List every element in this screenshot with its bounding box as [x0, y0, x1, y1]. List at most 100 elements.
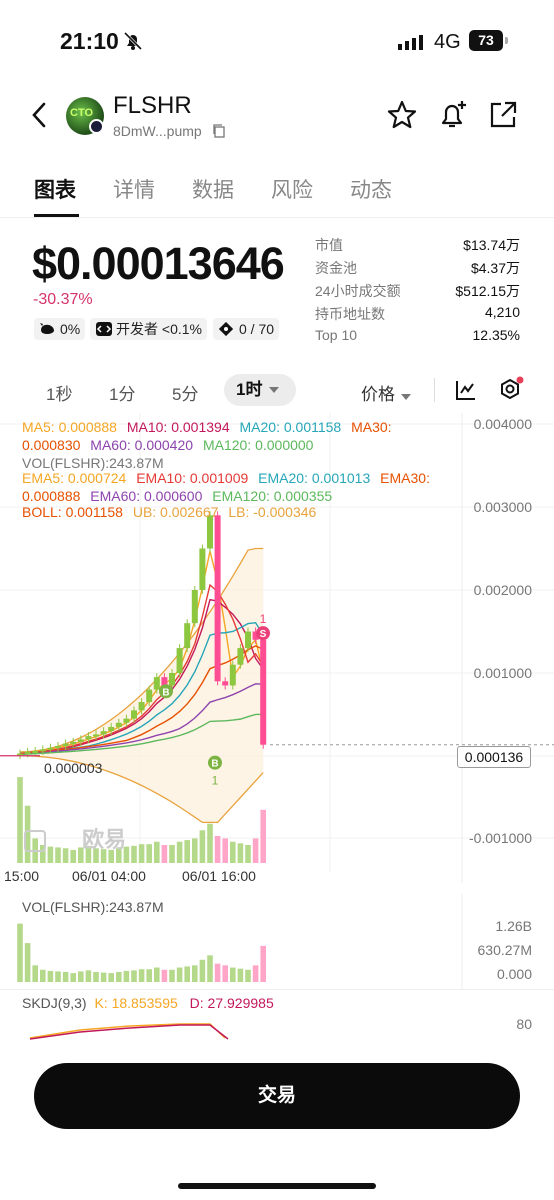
candle: [77, 739, 84, 742]
volume-bar: [184, 966, 190, 982]
volume-bar: [78, 971, 84, 982]
volume-bar: [169, 845, 175, 863]
volume-bar: [207, 823, 213, 863]
candle: [237, 648, 244, 665]
stat-value: $512.15万: [455, 283, 520, 299]
interval-1h[interactable]: 1时: [224, 374, 296, 406]
ma-line-1: MA5: 0.000888 MA10: 0.001394 MA20: 0.001…: [22, 418, 392, 436]
volume-bar: [222, 838, 228, 863]
candle: [47, 747, 54, 750]
contract-address: 8DmW...pump: [113, 123, 202, 139]
volume-bar: [230, 841, 236, 863]
candle: [169, 673, 175, 686]
tab-indicator: [34, 214, 79, 217]
kdj-chart: [29, 1023, 229, 1040]
signal-icon: [398, 35, 423, 50]
volume-bar: [70, 973, 76, 982]
ma-line-2: 0.000830 MA60: 0.000420 MA120: 0.000000: [22, 436, 313, 454]
volume-bar: [169, 969, 175, 982]
price-change: -30.37%: [33, 291, 93, 308]
y-label: 0.004000: [473, 416, 532, 432]
interval-1m[interactable]: 1分: [109, 380, 135, 405]
tab-chart[interactable]: 图表: [34, 174, 76, 204]
volume-bar: [245, 845, 251, 863]
marker-count: 1: [212, 774, 219, 788]
holders-chip[interactable]: 0%: [34, 318, 86, 340]
star-icon[interactable]: [386, 99, 418, 131]
kdj-d: D: 27.929985: [189, 995, 274, 1011]
okx-logo-icon: [24, 830, 46, 853]
volume-bar: [47, 970, 54, 982]
interval-1s[interactable]: 1秒: [46, 380, 72, 405]
chain-badge-icon: [89, 119, 104, 134]
volume-bar: [260, 809, 266, 863]
code-icon: [96, 322, 112, 336]
kdj-line: SKDJ(9,3) K: 18.853595 D: 27.929985: [22, 994, 274, 1012]
stat-label: Top 10: [315, 327, 358, 343]
volume-bar: [199, 830, 206, 863]
back-icon[interactable]: [28, 100, 52, 130]
interval-1h-label: 1时: [236, 380, 263, 399]
interval-5m[interactable]: 5分: [172, 380, 198, 405]
trade-button[interactable]: 交易: [34, 1063, 520, 1129]
volume-bar: [245, 969, 251, 982]
price-select[interactable]: 价格: [361, 380, 411, 405]
volume-bar: [108, 973, 114, 982]
tab-activity[interactable]: 动态: [350, 174, 392, 204]
volume-bar: [192, 838, 198, 863]
home-indicator: [178, 1183, 376, 1189]
volume-bar: [252, 838, 259, 863]
candle: [184, 623, 191, 649]
ma60-value: MA60: 0.000420: [90, 437, 194, 453]
ema-line-1: EMA5: 0.000724 EMA10: 0.001009 EMA20: 0.…: [22, 469, 430, 487]
candle: [153, 677, 160, 690]
status-bar: 21:10 4G 73: [0, 0, 554, 80]
candle: [222, 681, 229, 686]
dev-chip[interactable]: 开发者 <0.1%: [90, 318, 207, 340]
y-label: 0.003000: [473, 499, 532, 515]
copy-icon[interactable]: [212, 124, 226, 138]
avatar-text: CTO: [70, 107, 94, 119]
stat-label: 24小时成交额: [315, 283, 401, 299]
stat-value: $13.74万: [463, 237, 520, 253]
tab-details[interactable]: 详情: [113, 174, 155, 204]
buy-marker-label: B: [162, 687, 169, 698]
sniper-chip[interactable]: 0 / 70: [213, 318, 280, 340]
kdj-title: SKDJ(9,3): [22, 995, 87, 1011]
volume-bar: [146, 969, 152, 982]
ema30-label: EMA30:: [380, 470, 430, 486]
boll-line: BOLL: 0.001158 UB: 0.002667 LB: -0.00034…: [22, 503, 316, 521]
volume-bar: [17, 923, 23, 982]
lb-value: LB: -0.000346: [228, 504, 317, 520]
mute-bell-icon: [123, 31, 143, 51]
volume-bar: [207, 955, 213, 982]
candle: [39, 749, 46, 752]
candle: [70, 741, 77, 744]
watermark-text: 欧易: [82, 827, 127, 852]
ema5-value: EMA5: 0.000724: [22, 470, 127, 486]
volume-bar: [62, 972, 69, 982]
indicator-icon[interactable]: [454, 378, 478, 402]
marker-count: 1: [260, 612, 267, 626]
volume-bar: [131, 845, 137, 863]
vol-y-label: 630.27M: [477, 942, 532, 958]
volume-bar: [32, 965, 38, 982]
low-marker: 0.000003: [44, 760, 103, 776]
sniper-count: 0 / 70: [239, 321, 275, 337]
ema20-value: EMA20: 0.001013: [258, 470, 371, 486]
settings-icon[interactable]: [496, 376, 524, 404]
share-icon[interactable]: [487, 99, 519, 131]
candle: [191, 590, 198, 624]
ema120-value: EMA120: 0.000355: [212, 488, 333, 504]
stat-label: 市值: [315, 237, 343, 253]
tab-risk[interactable]: 风险: [271, 174, 313, 204]
divider: [0, 989, 554, 990]
candle: [245, 631, 251, 649]
add-alert-icon[interactable]: [437, 99, 469, 131]
stat-value: 4,210: [484, 304, 520, 320]
candle: [93, 734, 99, 737]
tab-data[interactable]: 数据: [192, 174, 234, 204]
candle: [62, 743, 69, 747]
candle: [123, 718, 130, 723]
volume-bar: [176, 967, 183, 982]
